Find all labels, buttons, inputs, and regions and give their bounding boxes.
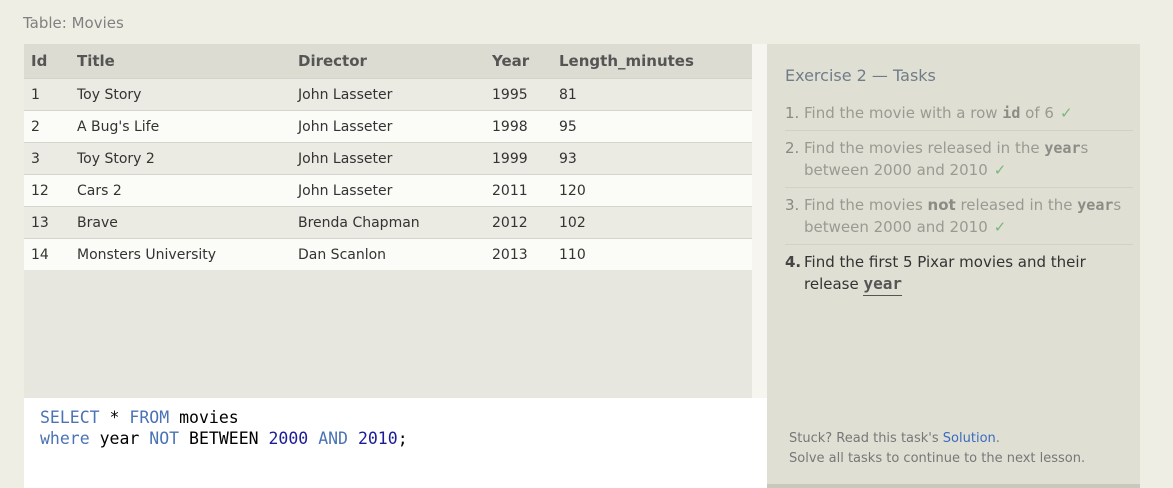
column-header-director: Director	[291, 44, 485, 79]
continue-text: Solve all tasks to continue to the next …	[789, 451, 1086, 466]
cell-year: 2012	[485, 206, 552, 239]
check-icon: ✓	[1059, 104, 1073, 122]
check-icon: ✓	[993, 161, 1007, 179]
cell-id: 2	[24, 110, 70, 143]
column-header-year: Year	[485, 44, 552, 79]
results-table-panel: Id Title Director Year Length_minutes 1 …	[24, 44, 752, 398]
task-item-1: 1. Find the movie with a row id of 6 ✓	[785, 96, 1133, 131]
task-number: 3.	[785, 196, 800, 214]
cell-director: Dan Scanlon	[291, 238, 485, 270]
column-header-id: Id	[24, 44, 70, 79]
task-text: Find the movies	[804, 196, 928, 214]
cell-length: 110	[552, 238, 752, 270]
sql-number: 2010	[357, 429, 398, 448]
task-text: released in the	[955, 196, 1078, 214]
sql-keyword: NOT	[149, 429, 180, 448]
sql-keyword: where	[40, 429, 90, 448]
sql-keyword: AND	[318, 429, 348, 448]
table-row: 12 Cars 2 John Lasseter 2011 120	[24, 174, 752, 207]
table-row: 14 Monsters University Dan Scanlon 2013 …	[24, 238, 752, 270]
cell-title: Brave	[70, 206, 291, 239]
task-item-3: 3. Find the movies not released in the y…	[785, 188, 1133, 245]
task-number: 4.	[785, 253, 802, 271]
table-row: 1 Toy Story John Lasseter 1995 81	[24, 78, 752, 111]
sql-keyword: SELECT	[40, 408, 100, 427]
solution-link[interactable]: Solution	[943, 431, 996, 446]
cell-title: Cars 2	[70, 174, 291, 207]
task-code-word: year	[1077, 196, 1114, 214]
sql-token: ;	[397, 429, 408, 448]
column-header-title: Title	[70, 44, 291, 79]
task-text: Find the movie with a row	[804, 104, 1003, 122]
table-header-row: Id Title Director Year Length_minutes	[24, 44, 752, 79]
cell-title: Toy Story 2	[70, 142, 291, 175]
column-header-length: Length_minutes	[552, 44, 752, 79]
task-code-word: year	[1044, 139, 1081, 157]
sql-token: *	[99, 408, 130, 427]
cell-director: John Lasseter	[291, 78, 485, 111]
help-text: Stuck? Read this task's Solution. Solve …	[789, 429, 1085, 469]
cell-year: 1999	[485, 142, 552, 175]
cell-length: 95	[552, 110, 752, 143]
editor-line-2[interactable]: where year NOT BETWEEN 2000 AND 2010;	[40, 429, 408, 449]
task-number: 2.	[785, 139, 800, 157]
sql-editor[interactable]: SELECT * FROM movies where year NOT BETW…	[24, 398, 767, 488]
editor-line-1[interactable]: SELECT * FROM movies	[40, 408, 239, 428]
cell-director: Brenda Chapman	[291, 206, 485, 239]
results-table: Id Title Director Year Length_minutes 1 …	[24, 44, 752, 270]
sql-token: movies	[169, 408, 239, 427]
task-code-word: id	[1002, 104, 1021, 122]
exercise-sidebar: Exercise 2 — Tasks 1. Find the movie wit…	[767, 44, 1140, 488]
task-item-4: 4. Find the first 5 Pixar movies and the…	[785, 245, 1133, 301]
sql-token: BETWEEN	[179, 429, 269, 448]
sql-keyword: FROM	[129, 408, 170, 427]
task-text: of 6	[1020, 104, 1054, 122]
check-icon: ✓	[993, 218, 1007, 236]
sidebar-bottom-edge	[767, 484, 1140, 488]
sql-token: year	[89, 429, 150, 448]
cell-year: 1998	[485, 110, 552, 143]
task-list: 1. Find the movie with a row id of 6 ✓ 2.…	[785, 96, 1133, 301]
task-emphasis: not	[927, 196, 956, 214]
stuck-text: Stuck? Read this task's	[789, 431, 943, 446]
panel-divider	[752, 44, 767, 398]
cell-id: 12	[24, 174, 70, 207]
cell-id: 3	[24, 142, 70, 175]
task-number: 1.	[785, 104, 800, 122]
cell-title: Monsters University	[70, 238, 291, 270]
cell-length: 81	[552, 78, 752, 111]
task-text: Find the movies released in the	[804, 139, 1045, 157]
cell-title: Toy Story	[70, 78, 291, 111]
task-text: Find the first 5 Pixar movies and their …	[804, 253, 1086, 293]
cell-year: 1995	[485, 78, 552, 111]
cell-year: 2011	[485, 174, 552, 207]
table-caption: Table: Movies	[23, 14, 124, 32]
exercise-title: Exercise 2 — Tasks	[785, 66, 936, 85]
cell-length: 120	[552, 174, 752, 207]
table-row: 13 Brave Brenda Chapman 2012 102	[24, 206, 752, 239]
cell-director: John Lasseter	[291, 174, 485, 207]
cell-director: John Lasseter	[291, 142, 485, 175]
stuck-end: .	[995, 431, 1000, 446]
cell-director: John Lasseter	[291, 110, 485, 143]
task-item-2: 2. Find the movies released in the years…	[785, 131, 1133, 188]
table-row: 3 Toy Story 2 John Lasseter 1999 93	[24, 142, 752, 175]
cell-year: 2013	[485, 238, 552, 270]
task-code-word: year	[863, 274, 902, 296]
cell-id: 1	[24, 78, 70, 111]
cell-length: 93	[552, 142, 752, 175]
cell-id: 13	[24, 206, 70, 239]
cell-id: 14	[24, 238, 70, 270]
sql-number: 2000	[268, 429, 309, 448]
cell-title: A Bug's Life	[70, 110, 291, 143]
cell-length: 102	[552, 206, 752, 239]
table-row: 2 A Bug's Life John Lasseter 1998 95	[24, 110, 752, 143]
